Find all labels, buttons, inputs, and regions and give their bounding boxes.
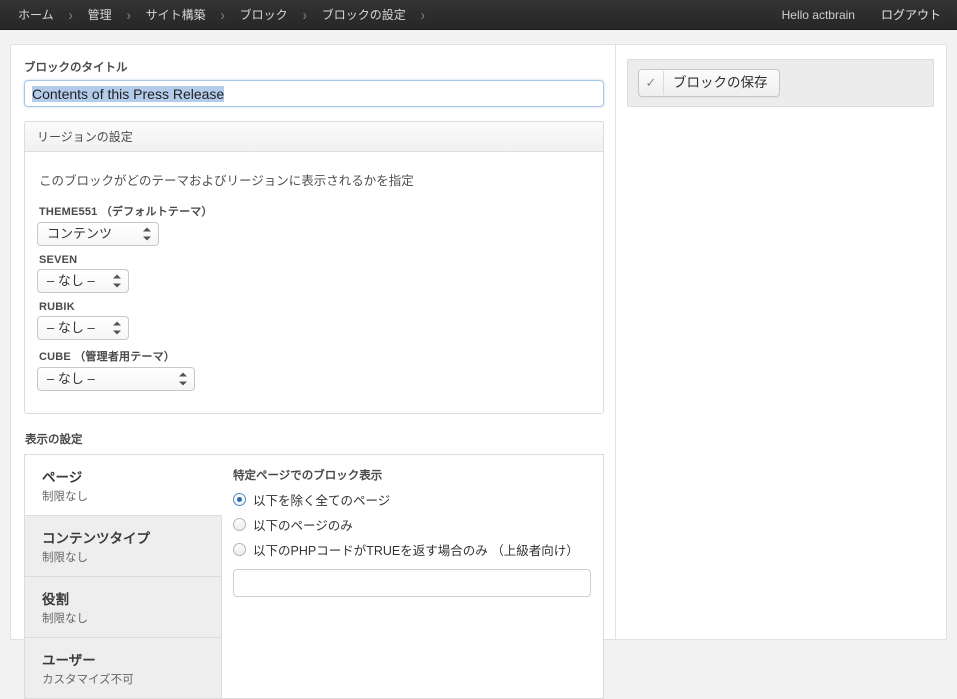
block-title-label: ブロックのタイトル: [24, 59, 615, 75]
tab-roles[interactable]: 役割 制限なし: [25, 577, 221, 638]
tab-content-types-title: コンテンツタイプ: [42, 527, 221, 547]
save-block-button[interactable]: ✓ ブロックの保存: [638, 69, 780, 97]
sidebar-column: ✓ ブロックの保存: [615, 45, 946, 639]
toolbar-user-area: Hello actbrain ログアウト: [782, 6, 941, 23]
block-title-input[interactable]: [24, 80, 604, 107]
region-settings-body: このブロックがどのテーマおよびリージョンに表示されるかを指定 THEME551 …: [25, 152, 603, 413]
logout-link[interactable]: ログアウト: [881, 6, 941, 23]
region-settings-legend: リージョンの設定: [25, 122, 603, 152]
region-select-rubik[interactable]: – なし –: [37, 316, 129, 340]
visibility-tabs-nav: ページ 制限なし コンテンツタイプ 制限なし 役割 制限なし ユーザー カスタマ…: [25, 455, 222, 698]
breadcrumb: ホーム › 管理 › サイト構築 › ブロック › ブロックの設定 ›: [16, 6, 438, 23]
region-settings-fieldset: リージョンの設定 このブロックがどのテーマおよびリージョンに表示されるかを指定 …: [24, 121, 604, 414]
theme-row-rubik: RUBIK – なし –: [37, 301, 591, 340]
radio-only-listed-label: 以下のページのみ: [253, 515, 353, 534]
visibility-vertical-tabs: ページ 制限なし コンテンツタイプ 制限なし 役割 制限なし ユーザー カスタマ…: [24, 454, 604, 699]
tab-roles-title: 役割: [42, 588, 221, 608]
radio-row-only-listed[interactable]: 以下のページのみ: [233, 515, 591, 534]
radio-php-code-label: 以下のPHPコードがTRUEを返す場合のみ （上級者向け）: [253, 540, 579, 559]
radio-row-all-except[interactable]: 以下を除く全てのページ: [233, 490, 591, 509]
breadcrumb-separator-icon: ›: [408, 6, 438, 24]
tab-roles-summary: 制限なし: [42, 610, 221, 626]
radio-all-except-label: 以下を除く全てのページ: [253, 490, 390, 509]
theme-row-seven: SEVEN – なし –: [37, 254, 591, 293]
theme-name-theme551: THEME551 （デフォルトテーマ）: [39, 203, 591, 219]
radio-row-php-code[interactable]: 以下のPHPコードがTRUEを返す場合のみ （上級者向け）: [233, 540, 591, 559]
save-block-button-label: ブロックの保存: [664, 71, 779, 95]
pages-pane-title: 特定ページでのブロック表示: [233, 467, 591, 483]
region-select-theme551-value: コンテンツ: [38, 223, 158, 245]
breadcrumb-separator-icon: ›: [290, 6, 320, 24]
tab-pages[interactable]: ページ 制限なし: [25, 455, 222, 516]
radio-php-code-icon[interactable]: [233, 543, 246, 556]
admin-toolbar: ホーム › 管理 › サイト構築 › ブロック › ブロックの設定 › Hell…: [0, 0, 957, 30]
chevron-updown-icon: [113, 322, 121, 335]
tab-users-summary: カスタマイズ不可: [42, 671, 221, 687]
region-select-seven[interactable]: – なし –: [37, 269, 129, 293]
region-select-cube-value: – なし –: [38, 368, 194, 390]
theme-row-theme551: THEME551 （デフォルトテーマ） コンテンツ: [37, 203, 591, 246]
breadcrumb-separator-icon: ›: [208, 6, 238, 24]
page-container: ブロックのタイトル リージョンの設定 このブロックがどのテーマおよびリージョンに…: [10, 44, 947, 640]
theme-name-seven: SEVEN: [39, 254, 591, 266]
block-title-field-wrap: [24, 80, 615, 107]
breadcrumb-item-home[interactable]: ホーム: [16, 6, 56, 23]
user-greeting: Hello actbrain: [782, 8, 855, 22]
breadcrumb-separator-icon: ›: [56, 6, 86, 24]
breadcrumb-item-structure[interactable]: サイト構築: [144, 6, 208, 23]
save-panel: ✓ ブロックの保存: [627, 59, 934, 107]
tab-content-types-summary: 制限なし: [42, 549, 221, 565]
tab-pages-summary: 制限なし: [42, 488, 221, 504]
breadcrumb-item-admin[interactable]: 管理: [86, 6, 114, 23]
chevron-updown-icon: [179, 373, 187, 386]
visibility-settings-label: 表示の設定: [25, 431, 615, 447]
tab-content-types[interactable]: コンテンツタイプ 制限なし: [25, 516, 221, 577]
radio-only-listed-icon[interactable]: [233, 518, 246, 531]
breadcrumb-item-block[interactable]: ブロック: [238, 6, 290, 23]
region-settings-description: このブロックがどのテーマおよびリージョンに表示されるかを指定: [39, 170, 591, 189]
region-select-theme551[interactable]: コンテンツ: [37, 222, 159, 246]
tab-pages-title: ページ: [42, 466, 221, 486]
breadcrumb-item-block-settings[interactable]: ブロックの設定: [320, 6, 408, 23]
theme-row-cube: CUBE （管理者用テーマ） – なし –: [37, 348, 591, 391]
radio-all-except-icon[interactable]: [233, 493, 246, 506]
chevron-updown-icon: [113, 275, 121, 288]
theme-name-rubik: RUBIK: [39, 301, 591, 313]
check-icon: ✓: [639, 71, 664, 95]
tab-users[interactable]: ユーザー カスタマイズ不可: [25, 638, 221, 698]
pages-textarea[interactable]: [233, 569, 591, 597]
chevron-updown-icon: [143, 228, 151, 241]
theme-name-cube: CUBE （管理者用テーマ）: [39, 348, 591, 364]
region-select-cube[interactable]: – なし –: [37, 367, 195, 391]
main-column: ブロックのタイトル リージョンの設定 このブロックがどのテーマおよびリージョンに…: [11, 45, 615, 639]
breadcrumb-separator-icon: ›: [114, 6, 144, 24]
visibility-pages-pane: 特定ページでのブロック表示 以下を除く全てのページ 以下のページのみ 以下のPH…: [222, 455, 603, 698]
tab-users-title: ユーザー: [42, 649, 221, 669]
